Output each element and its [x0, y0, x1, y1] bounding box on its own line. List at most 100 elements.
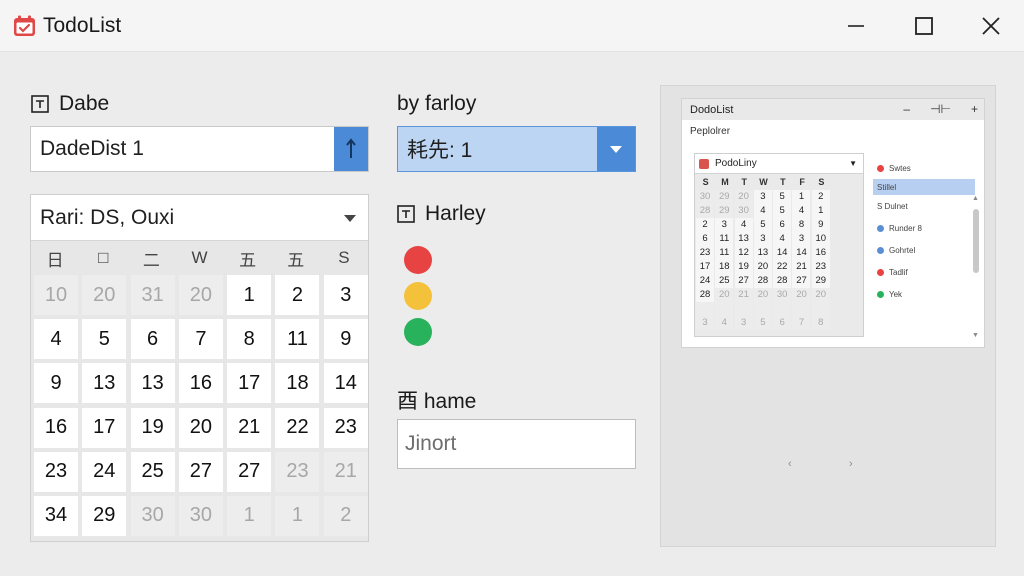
preview-weekday-label: S	[818, 177, 825, 187]
calendar-day[interactable]: 29	[82, 495, 127, 536]
preview-side-item: Swtes	[873, 157, 975, 179]
preview-calendar-day: 27	[734, 274, 753, 288]
preview-calendar-day: 4	[753, 204, 772, 218]
calendar-day[interactable]: 21	[323, 451, 368, 492]
calendar-day[interactable]: 1	[227, 495, 272, 536]
weekday-label: 五	[287, 250, 305, 270]
preview-side-item-label: Yek	[889, 289, 903, 299]
minimize-button[interactable]	[823, 0, 889, 52]
preview-calendar-day: 30	[734, 204, 753, 218]
calendar-day[interactable]: 7	[178, 319, 223, 360]
preview-weekday-label: S	[702, 177, 709, 187]
calendar-day[interactable]: 6	[130, 319, 175, 360]
scrollbar-thumb[interactable]	[973, 209, 979, 273]
calendar-day[interactable]: 13	[130, 363, 175, 404]
calendar-day[interactable]: 5	[82, 319, 127, 360]
calendar-day[interactable]: 20	[82, 275, 127, 315]
calendar-day[interactable]: 31	[130, 275, 175, 315]
preview-calendar-day: 3	[792, 232, 811, 246]
calendar-day[interactable]: 8	[227, 319, 272, 360]
calendar-day[interactable]: 21	[227, 407, 272, 448]
preview-calendar-day: 30	[773, 288, 792, 302]
calendar-day[interactable]: 1	[275, 495, 320, 536]
calendar-day[interactable]: 9	[323, 319, 368, 360]
preview-calendar-day: 5	[753, 218, 772, 232]
status-dot-yellow[interactable]	[404, 282, 432, 310]
preview-calendar-day: 3	[715, 218, 734, 232]
calendar-day[interactable]: 22	[275, 407, 320, 448]
by-label: by farloy	[397, 92, 477, 115]
preview-calendar-day: 8	[811, 316, 830, 330]
preview-calendar-day: 16	[811, 246, 830, 260]
calendar-app-icon	[14, 15, 35, 36]
status-dot-green[interactable]	[404, 318, 432, 346]
range-select-value: Rari: DS, Ouxi	[40, 205, 175, 229]
calendar-day[interactable]: 16	[34, 407, 78, 448]
calendar-day[interactable]: 17	[227, 363, 272, 404]
calendar-day[interactable]: 20	[178, 275, 223, 315]
calendar-day[interactable]: 1	[227, 275, 272, 315]
calendar-day[interactable]: 24	[82, 451, 127, 492]
preview-calendar-day: 8	[792, 218, 811, 232]
preview-calendar-title: PodoLiny	[715, 158, 757, 169]
pager-next-icon[interactable]: ›	[849, 458, 853, 470]
status-dot-red[interactable]	[404, 246, 432, 274]
calendar-day[interactable]: 27	[227, 451, 272, 492]
preview-scrollbar[interactable]: ▲ ▼	[972, 195, 980, 339]
preview-calendar-day	[734, 302, 753, 316]
date-spin-button[interactable]	[334, 127, 368, 171]
calendar-day[interactable]: 30	[178, 495, 223, 536]
calendar-day[interactable]: 10	[34, 275, 78, 315]
by-select-dropdown-button[interactable]	[597, 127, 635, 171]
preview-minimize-icon: –	[903, 102, 911, 116]
preview-calendar-day: 6	[773, 316, 792, 330]
calendar-day[interactable]: 23	[275, 451, 320, 492]
preview-calendar-day: 20	[792, 288, 811, 302]
calendar-day[interactable]: 4	[34, 319, 78, 360]
preview-calendar-day: 24	[696, 274, 714, 288]
range-select[interactable]: Rari: DS, Ouxi	[31, 195, 368, 241]
close-button[interactable]	[958, 0, 1024, 52]
preview-calendar-day: 21	[734, 288, 753, 302]
calendar-day[interactable]: 23	[323, 407, 368, 448]
calendar-day[interactable]: 9	[34, 363, 78, 404]
calendar-day[interactable]: 23	[34, 451, 78, 492]
date-label-text: Dabe	[59, 92, 110, 115]
preview-title: DodoList	[690, 103, 734, 116]
date-input[interactable]: DadeDist 1	[30, 126, 369, 172]
calendar-day[interactable]: 20	[178, 407, 223, 448]
calendar-day[interactable]: 27	[178, 451, 223, 492]
name-input[interactable]: Jinort	[397, 419, 636, 469]
preview-calendar-day: 23	[696, 246, 714, 260]
preview-side-item-icon	[877, 246, 884, 254]
calendar-day[interactable]: 25	[130, 451, 175, 492]
preview-side-item: Gohrtel	[873, 239, 975, 261]
calendar-day[interactable]: 2	[323, 495, 368, 536]
calendar-day[interactable]: 17	[82, 407, 127, 448]
by-select[interactable]: 耗先: 1	[397, 126, 636, 172]
calendar-day[interactable]: 14	[323, 363, 368, 404]
calendar-day[interactable]: 2	[275, 275, 320, 315]
pager-prev-icon[interactable]: ‹	[788, 458, 792, 470]
calendar-day[interactable]: 34	[34, 495, 78, 536]
preview-calendar-day: 28	[753, 274, 772, 288]
preview-calendar-day: 20	[715, 288, 734, 302]
harley-label-text: Harley	[425, 202, 486, 225]
preview-side-item-icon	[877, 164, 884, 172]
preview-calendar-day: 22	[773, 260, 792, 274]
calendar-day[interactable]: 19	[130, 407, 175, 448]
maximize-button[interactable]	[891, 0, 957, 52]
preview-calendar-day: 7	[792, 316, 811, 330]
calendar-day[interactable]: 3	[323, 275, 368, 315]
calendar-day[interactable]: 16	[178, 363, 223, 404]
calendar-day[interactable]: 30	[130, 495, 175, 536]
preview-side-item: Tadlif	[873, 261, 975, 283]
preview-calendar-icon	[699, 158, 709, 169]
calendar-day[interactable]: 18	[275, 363, 320, 404]
preview-calendar-day: 19	[734, 260, 753, 274]
preview-calendar-day: 5	[773, 190, 792, 204]
preview-weekday-label: T	[741, 177, 747, 187]
calendar-day[interactable]: 13	[82, 363, 127, 404]
calendar-day[interactable]: 11	[275, 319, 320, 360]
preview-calendar-day: 13	[734, 232, 753, 246]
